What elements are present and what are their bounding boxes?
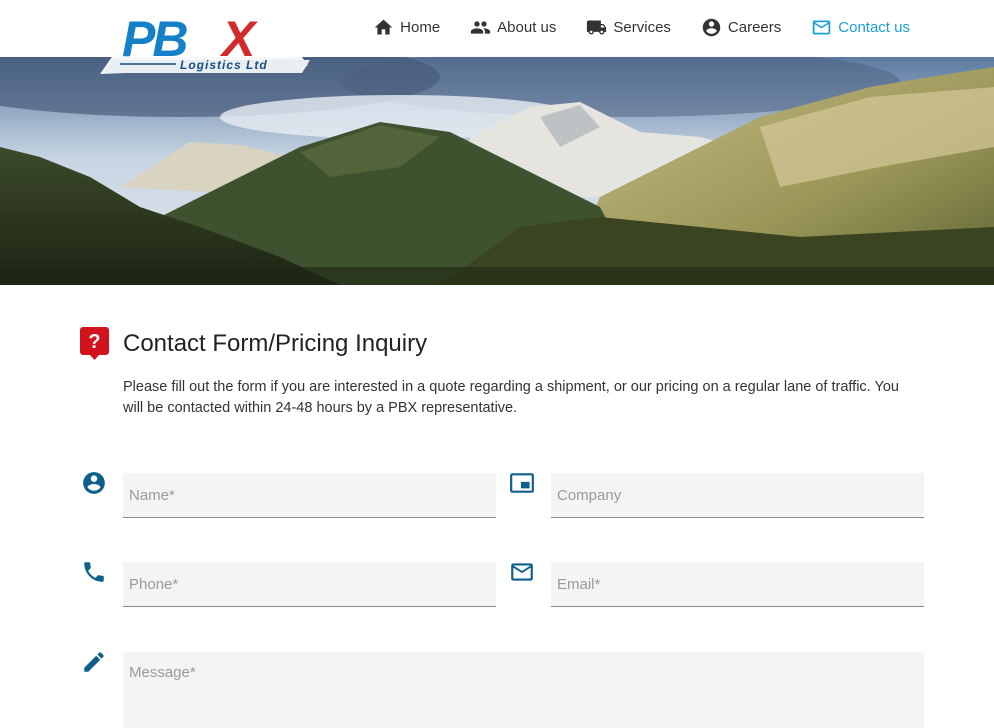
- mail-icon: [811, 17, 832, 38]
- nav-home[interactable]: Home: [373, 17, 440, 38]
- page-title: Contact Form/Pricing Inquiry: [123, 330, 428, 357]
- nav-careers[interactable]: Careers: [701, 17, 781, 38]
- name-field[interactable]: [123, 473, 496, 518]
- intro-text: Please fill out the form if you are inte…: [123, 379, 899, 416]
- nav-home-label: Home: [400, 19, 441, 36]
- hero-banner-image: [0, 57, 994, 285]
- home-icon: [373, 17, 394, 38]
- account-circle-icon: [701, 17, 722, 38]
- message-field[interactable]: [123, 652, 924, 728]
- svg-text:?: ?: [88, 331, 100, 353]
- people-icon: [470, 17, 491, 38]
- nav-contact[interactable]: Contact us: [811, 17, 910, 38]
- nav-services-label: Services: [613, 19, 671, 36]
- nav-careers-label: Careers: [727, 19, 782, 36]
- nav-about[interactable]: About us: [470, 17, 556, 38]
- company-icon: [509, 470, 535, 496]
- account-circle-icon: [81, 470, 107, 496]
- truck-icon: [586, 17, 607, 38]
- nav-services[interactable]: Services: [586, 17, 671, 38]
- pbx-logo[interactable]: PB X Logistics Ltd: [100, 10, 312, 74]
- svg-text:Logistics Ltd: Logistics Ltd: [180, 58, 268, 72]
- mail-icon: [509, 559, 535, 585]
- svg-text:PB: PB: [122, 11, 187, 67]
- main-nav: Home About us Services Careers Contact u…: [373, 17, 910, 38]
- nav-contact-label: Contact us: [838, 19, 910, 36]
- question-icon: ?: [80, 327, 109, 360]
- phone-field[interactable]: [123, 562, 496, 607]
- email-field[interactable]: [551, 562, 924, 607]
- nav-about-label: About us: [497, 19, 557, 36]
- phone-icon: [81, 559, 107, 585]
- company-field[interactable]: [551, 473, 924, 518]
- pencil-icon: [81, 649, 107, 675]
